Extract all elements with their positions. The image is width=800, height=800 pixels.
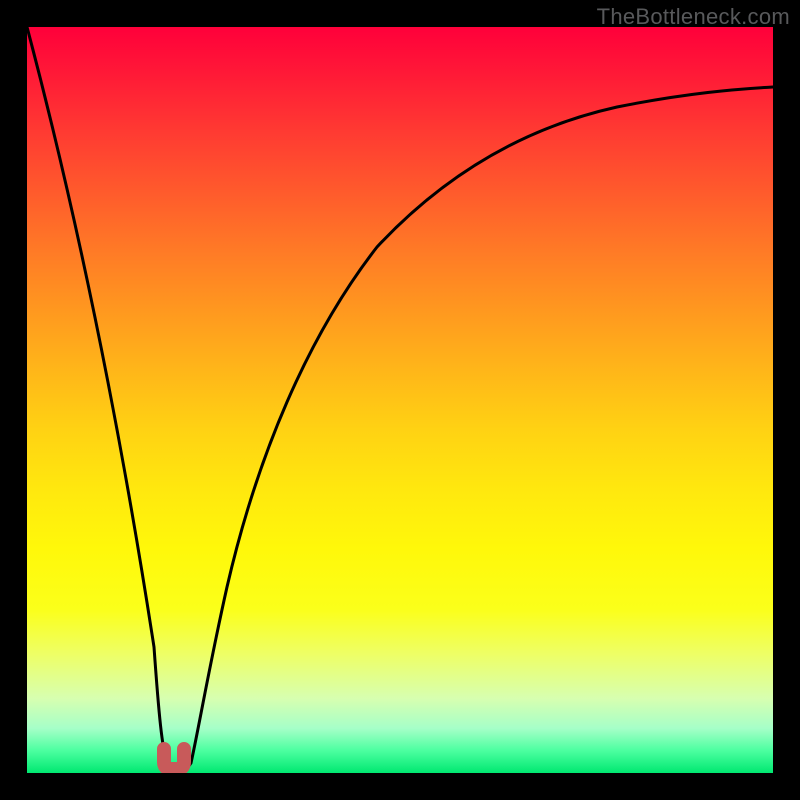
watermark-text: TheBottleneck.com: [597, 4, 790, 30]
bottleneck-curve: [27, 27, 773, 771]
chart-frame: [0, 0, 800, 800]
chart-svg: [27, 27, 773, 773]
your-config-marker: [164, 749, 184, 769]
plot-area: [27, 27, 773, 773]
